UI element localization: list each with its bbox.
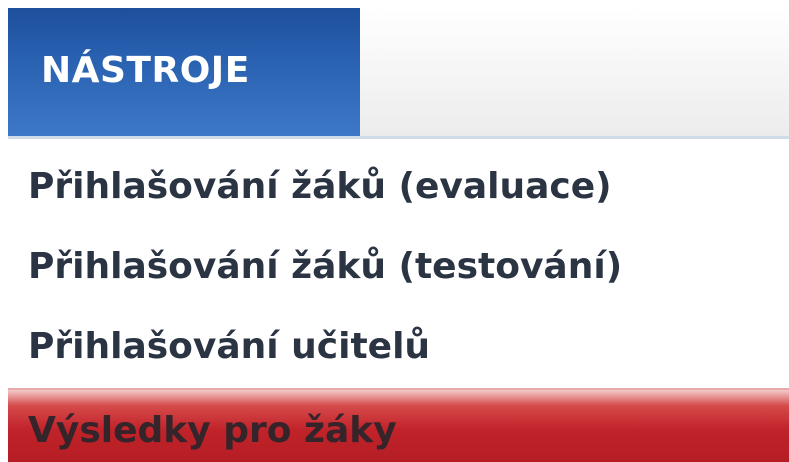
top-spacer — [0, 0, 789, 8]
menu-item-label: Přihlašování žáků (testování) — [28, 246, 623, 287]
menu-item-label: Přihlašování žáků (evaluace) — [28, 166, 612, 207]
menu-header-tab[interactable]: NÁSTROJE — [8, 8, 360, 136]
menu-item-student-login-evaluation[interactable]: Přihlašování žáků (evaluace) — [8, 158, 789, 220]
tools-menu: NÁSTROJE Přihlašování žáků (evaluace) Př… — [8, 8, 789, 462]
menu-item-student-results[interactable]: Výsledky pro žáky — [8, 388, 789, 462]
menu-divider — [8, 136, 789, 139]
menu-item-teacher-login[interactable]: Přihlašování učitelů — [8, 318, 789, 380]
menu-header-title: NÁSTROJE — [41, 50, 250, 91]
menu-item-student-login-testing[interactable]: Přihlašování žáků (testování) — [8, 238, 789, 300]
menu-item-label: Výsledky pro žáky — [28, 410, 397, 451]
menu-header-row: NÁSTROJE — [8, 8, 789, 136]
screenshot-frame: NÁSTROJE Přihlašování žáků (evaluace) Př… — [0, 0, 789, 462]
menu-item-label: Přihlašování učitelů — [28, 326, 431, 367]
